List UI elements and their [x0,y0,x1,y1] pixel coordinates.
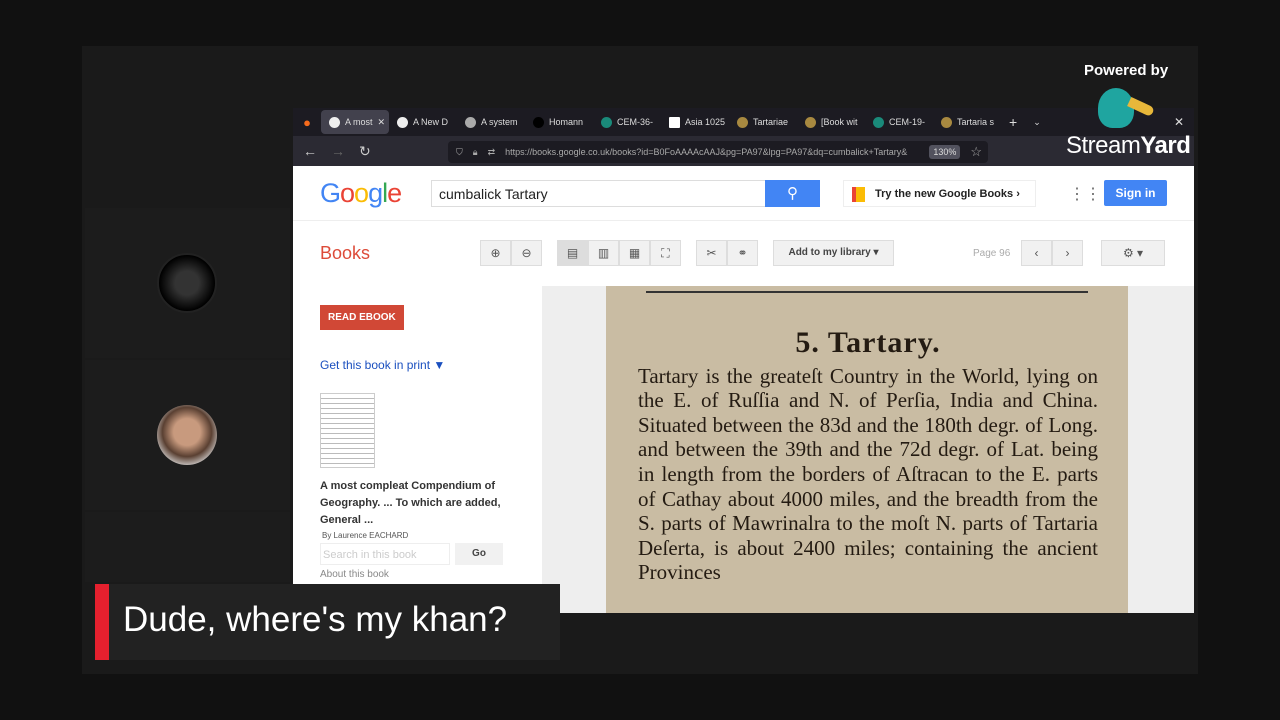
tab[interactable]: Asia 1025 [661,110,729,134]
participant-avatar [157,405,217,465]
search-input[interactable]: cumbalick Tartary [431,180,766,207]
previous-page-button[interactable]: ‹ [1021,240,1052,266]
tab[interactable]: Tartaria s [933,110,1001,134]
go-button[interactable]: Go [455,543,503,565]
next-page-button[interactable]: › [1052,240,1083,266]
zoom-in-button[interactable]: ⊕ [480,240,511,266]
search-in-book-input[interactable]: Search in this book [320,543,450,565]
books-title[interactable]: Books [320,243,370,264]
get-in-print-link[interactable]: Get this book in print ▼ [320,358,445,372]
screen-share: ● A most ✕ A New D A system Homann CEM-36… [293,108,1194,613]
tab[interactable]: [Book wit [797,110,865,134]
gear-icon: ⚙ [1122,246,1134,260]
tab[interactable]: A most ✕ [321,110,389,134]
clip-button[interactable]: ✂ [696,240,727,266]
page-number: Page 96 [973,248,1011,259]
tab-label: [Book wit [821,117,858,127]
sign-in-button[interactable]: Sign in [1104,180,1167,206]
streamyard-duck-logo [1098,88,1134,128]
tab-label: Asia 1025 [685,117,726,127]
tab[interactable]: Tartariae [729,110,797,134]
about-book-link[interactable]: About this book [320,569,389,581]
try-new-label: Try the new Google Books [875,188,1014,200]
tab-label: Homann [549,117,584,127]
settings-button[interactable]: ⚙ ▾ [1101,240,1165,266]
link-button[interactable]: ⚭ [727,240,758,266]
tab-label: A system [481,117,518,127]
firefox-icon: ● [303,114,311,130]
forward-icon[interactable]: → [331,143,345,159]
participant-tile [85,208,290,358]
streamyard-logo: StreamYard [1066,132,1191,160]
lock-icon: 🔒︎ [472,146,478,157]
book-viewer[interactable]: 5. Tartary. Tartary is the greateſt Coun… [542,286,1194,613]
ancient-history-avatar [157,253,217,313]
page-heading: 5. Tartary. [795,326,941,359]
book-page-scan: 5. Tartary. Tartary is the greateſt Coun… [606,286,1128,613]
tab-label: Tartariae [753,117,789,127]
tab-list-chevron-icon[interactable]: ⌄ [1033,117,1041,128]
tab[interactable]: CEM-36- [593,110,661,134]
new-tab-icon[interactable]: + [1009,114,1017,130]
caption-text: Dude, where's my khan? [123,600,508,639]
caption-banner: Dude, where's my khan? [95,584,560,660]
thumbnail-view-button[interactable]: ▦ [619,240,650,266]
browser-tabs: ● A most ✕ A New D A system Homann CEM-36… [293,108,1194,136]
tab-label: A most [345,117,373,127]
add-to-library-button[interactable]: Add to my library ▾ [773,240,894,266]
close-tab-icon[interactable]: ✕ [378,117,386,128]
bookmark-star-icon[interactable]: ☆ [970,144,982,160]
shield-icon: ⛉ [456,146,463,157]
participant-tile [85,512,290,582]
google-header: Google cumbalick Tartary ⚲ Try the new G… [293,166,1194,221]
zoom-level[interactable]: 130% [929,145,961,159]
url-text: https://books.google.co.uk/books?id=B0Fo… [505,147,908,157]
tab-label: CEM-36- [617,117,654,127]
close-window-icon[interactable]: ✕ [1174,115,1184,129]
permissions-icon: ⇄ [487,146,496,157]
back-icon[interactable]: ← [303,143,317,159]
read-ebook-button[interactable]: READ EBOOK [320,305,404,330]
books-toolbar: Books ⊕ ⊖ ▤ ▥ ▦ ⛶ ✂ ⚭ Add to my library … [293,221,1194,286]
participant-tile [85,360,290,510]
tab[interactable]: A system [457,110,525,134]
brand-yard: Yard [1140,132,1191,159]
google-logo[interactable]: Google [320,178,402,209]
try-new-books-button[interactable]: Try the new Google Books › [843,180,1036,207]
page-text: Tartary is the greateſt Country in the W… [638,363,1098,585]
reload-icon[interactable]: ↻ [359,143,371,160]
book-cover-thumbnail[interactable] [320,393,375,468]
tab[interactable]: A New D [389,110,457,134]
tab-label: Tartaria s [957,117,995,127]
tab[interactable]: Homann [525,110,593,134]
book-author: By Laurence EACHARD [322,531,409,540]
tab-label: CEM-19- [889,117,926,127]
brand-stream: Stream [1066,132,1141,159]
tab-label: A New D [413,117,449,127]
zoom-out-button[interactable]: ⊖ [511,240,542,266]
address-bar[interactable]: ⛉ 🔒︎ ⇄ https://books.google.co.uk/books?id… [448,141,988,163]
powered-by-label: Powered by [1084,62,1169,79]
fullscreen-button[interactable]: ⛶ [650,240,681,266]
tab[interactable]: CEM-19- [865,110,933,134]
book-title: A most compleat Compendium of Geography.… [320,480,501,526]
two-page-view-button[interactable]: ▥ [588,240,619,266]
single-page-view-button[interactable]: ▤ [557,240,588,266]
book-sidebar: READ EBOOK Get this book in print ▼ A mo… [293,286,542,613]
books-icon [852,187,865,202]
search-button[interactable]: ⚲ [765,180,820,207]
search-icon: ⚲ [787,185,798,202]
